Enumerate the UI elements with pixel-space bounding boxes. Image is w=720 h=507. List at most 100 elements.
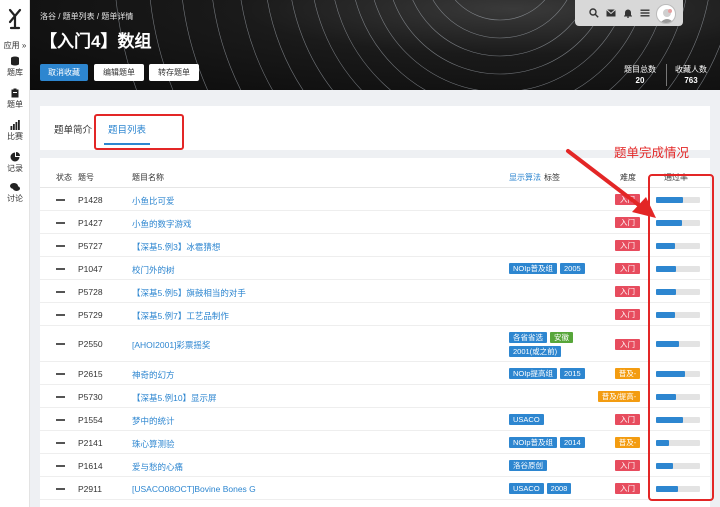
tag[interactable]: NOIp提高组 (509, 368, 558, 379)
save-list-button[interactable]: 转存题单 (149, 64, 199, 81)
table-row[interactable]: P2141 珠心算测验 NOIp普及组 2014 普及- (40, 431, 710, 454)
sidebar-item-label: 题单 (7, 100, 23, 109)
tag-group: 各省省选 安徽 2001(或之前) (509, 331, 601, 357)
search-icon[interactable] (589, 8, 599, 18)
problem-count-label: 题目总数 (624, 65, 656, 74)
problem-count-value: 20 (635, 76, 645, 85)
annotation-box-pass-rate (648, 174, 714, 501)
table-row[interactable]: P2911 [USACO08OCT]Bovine Bones G USACO 2008… (40, 477, 710, 500)
tag[interactable]: NOIp普及组 (509, 437, 558, 448)
difficulty-badge: 入门 (615, 338, 640, 350)
problem-name-link[interactable]: 【深基5.例3】冰雹猜想 (132, 241, 220, 253)
tag-group: USACO (509, 414, 601, 425)
avatar[interactable] (656, 4, 676, 24)
problem-name-link[interactable]: [USACO08OCT]Bovine Bones G (132, 484, 256, 494)
difficulty-badge: 普及/提高- (598, 391, 640, 402)
app-menu-toggle[interactable]: 应用 » (0, 40, 30, 51)
mail-icon[interactable] (606, 8, 616, 18)
sidebar-item-label: 题库 (7, 68, 23, 77)
problem-name-link[interactable]: 珠心算测验 (132, 438, 175, 450)
pie-chart-icon (10, 152, 20, 162)
problem-name-link[interactable]: 小鱼的数字游戏 (132, 218, 192, 230)
sidebar-item-problems[interactable]: 题库 (0, 56, 30, 78)
status-dash (56, 395, 65, 398)
sidebar-item-lists[interactable]: 题单 (0, 88, 30, 110)
problem-id: P5728 (78, 286, 103, 297)
luogu-logo[interactable] (6, 8, 24, 30)
table-row[interactable]: P1047 校门外的树 NOIp普及组 2005 入门 (40, 257, 710, 280)
problem-id: P5727 (78, 240, 103, 251)
sidebar-item-contests[interactable]: 比赛 (0, 120, 30, 142)
bell-icon[interactable] (623, 8, 633, 18)
tag-group: USACO 2008 (509, 483, 601, 494)
table-row[interactable]: P2550 [AHOI2001]彩票摇奖 各省省选 安徽 2001(或之前) 入门 (40, 326, 710, 362)
tag[interactable]: 2015 (560, 368, 585, 379)
problem-id: P2550 (78, 339, 103, 349)
table-row[interactable]: P5730 【深基5.例10】显示屏 普及/提高- (40, 385, 710, 408)
tag-group: NOIp普及组 2014 (509, 437, 601, 448)
tag[interactable]: 2008 (546, 483, 572, 494)
favorites-stat: 收藏人数 763 (670, 64, 712, 86)
sidebar-item-label: 讨论 (7, 194, 23, 203)
sidebar-item-discuss[interactable]: 讨论 (0, 182, 30, 204)
bar-chart-icon (10, 120, 20, 130)
problem-id: P1428 (78, 194, 103, 205)
col-status: 状态 (56, 173, 72, 182)
problem-name-link[interactable]: 【深基5.例5】旗鼓相当的对手 (132, 287, 246, 299)
difficulty-badge: 入门 (615, 286, 640, 297)
problem-id: P2141 (78, 437, 103, 448)
tab-intro[interactable]: 题单简介 (54, 122, 92, 136)
problem-id: P1614 (78, 460, 103, 471)
table-row[interactable]: P1614 爱与愁的心痛 洛谷原创 入门 (40, 454, 710, 477)
problem-name-link[interactable]: [AHOI2001]彩票摇奖 (132, 339, 210, 351)
problem-count-stat: 题目总数 20 (620, 64, 660, 86)
problem-name-link[interactable]: 小鱼比可爱 (132, 195, 175, 207)
tag[interactable]: 2014 (560, 437, 585, 448)
difficulty-badge: 入门 (615, 240, 640, 251)
tag[interactable]: 安徽 (550, 331, 573, 343)
problem-name-link[interactable]: 神奇的幻方 (132, 369, 175, 381)
problem-name-link[interactable]: 校门外的树 (132, 264, 175, 276)
problem-id: P2911 (78, 483, 102, 494)
table-row[interactable]: P5729 【深基5.例7】工艺品制作 入门 (40, 303, 710, 326)
status-dash (56, 198, 65, 201)
clipboard-icon (11, 88, 19, 98)
difficulty-badge: 入门 (615, 263, 640, 274)
problem-name-link[interactable]: 梦中的统计 (132, 415, 175, 427)
show-algorithm-toggle[interactable]: 显示算法 (509, 172, 541, 183)
menu-icon[interactable] (640, 8, 650, 18)
table-row[interactable]: P1554 梦中的统计 USACO 入门 (40, 408, 710, 431)
page-title: 【入门4】数组 (40, 32, 152, 51)
tag[interactable]: 2005 (560, 263, 585, 274)
table-row[interactable]: P5727 【深基5.例3】冰雹猜想 入门 (40, 234, 710, 257)
problem-name-link[interactable]: 【深基5.例10】显示屏 (132, 392, 217, 404)
chat-icon (10, 183, 20, 191)
sidebar-item-records[interactable]: 记录 (0, 152, 30, 174)
edit-list-button[interactable]: 编辑题单 (94, 64, 144, 81)
tag[interactable]: 2001(或之前) (509, 345, 562, 357)
tag-group: 洛谷原创 (509, 460, 601, 471)
tag[interactable]: USACO (509, 483, 544, 494)
page-header: 洛谷 / 题单列表 / 题单详情 【入门4】数组 取消收藏 编辑题单 转存题单 … (30, 0, 720, 90)
status-dash (56, 244, 65, 247)
tag[interactable]: 各省省选 (509, 331, 547, 343)
status-dash (56, 343, 65, 345)
tag[interactable]: NOIp普及组 (509, 263, 558, 274)
status-dash (56, 221, 65, 224)
problem-id: P1554 (78, 414, 103, 425)
problem-name-link[interactable]: 【深基5.例7】工艺品制作 (132, 310, 229, 322)
table-row[interactable]: P5728 【深基5.例5】旗鼓相当的对手 入门 (40, 280, 710, 303)
favorites-label: 收藏人数 (675, 65, 707, 74)
annotation-arrow (566, 149, 656, 218)
sidebar-item-label: 记录 (7, 164, 23, 173)
table-row[interactable]: P2615 神奇的幻方 NOIp提高组 2015 普及- (40, 362, 710, 385)
problem-name-link[interactable]: 爱与愁的心痛 (132, 461, 183, 473)
breadcrumb[interactable]: 洛谷 / 题单列表 / 题单详情 (40, 11, 133, 22)
problem-id: P2615 (78, 368, 103, 379)
tag[interactable]: 洛谷原创 (509, 460, 547, 471)
problem-id: P5730 (78, 391, 103, 402)
unfavorite-button[interactable]: 取消收藏 (40, 64, 88, 81)
problem-id: P1427 (78, 217, 103, 228)
col-tags: 标签 (544, 173, 560, 182)
tag[interactable]: USACO (509, 414, 544, 425)
